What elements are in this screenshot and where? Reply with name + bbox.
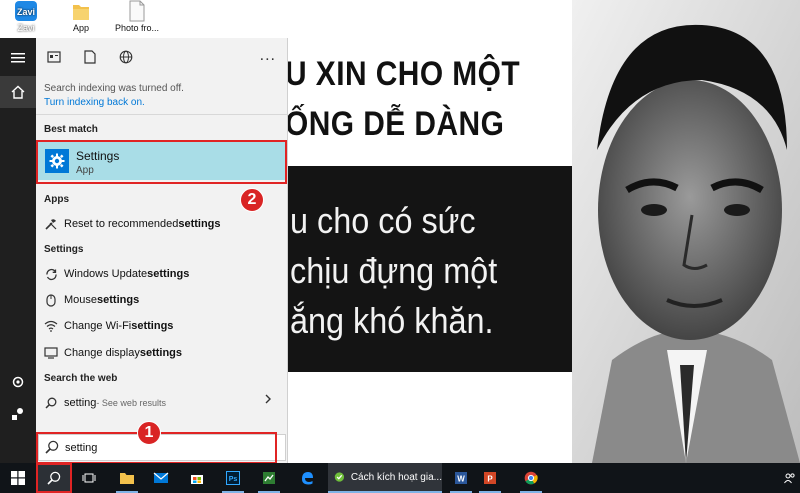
- tools-icon: [44, 217, 58, 231]
- indexing-notice: Search indexing was turned off.: [44, 83, 184, 94]
- image-app-button[interactable]: [254, 463, 284, 493]
- mail-button[interactable]: [146, 463, 176, 493]
- svg-text:W: W: [457, 475, 465, 484]
- gear-icon: [12, 376, 24, 388]
- desktop-icon-zavi[interactable]: Zavi Zavi: [5, 0, 47, 33]
- result-mouse-settings[interactable]: Mouse settings: [44, 290, 139, 310]
- browser-tab-icon: [334, 472, 345, 482]
- search-pane: ... Search indexing was turned off. Turn…: [36, 38, 288, 463]
- active-window-title: Cách kích hoạt gia...: [350, 471, 442, 483]
- more-options-button[interactable]: ...: [260, 47, 276, 65]
- result-reset-recommended-settings[interactable]: Reset to recommended settings: [44, 214, 221, 234]
- start-rail: [0, 38, 36, 463]
- wifi-icon: [44, 319, 58, 333]
- search-icon: [44, 396, 58, 410]
- photoshop-icon: Ps: [226, 471, 240, 485]
- globe-icon: [119, 50, 133, 64]
- step-badge-2: 2: [240, 188, 264, 212]
- document-icon: [84, 50, 96, 64]
- rail-feedback-button[interactable]: [0, 398, 36, 430]
- taskbar-active-window[interactable]: Cách kích hoạt gia...: [328, 463, 442, 493]
- desktop-icon-app[interactable]: App: [60, 0, 102, 33]
- zavi-icon: Zavi: [15, 1, 37, 21]
- result-wifi-settings[interactable]: Change Wi-Fi settings: [44, 316, 173, 336]
- apps-filter-icon: [47, 51, 61, 63]
- monitor-icon: [44, 346, 58, 360]
- edge-icon: [302, 472, 313, 485]
- sync-icon: [44, 267, 58, 281]
- word-icon: W: [455, 472, 467, 484]
- image-edit-icon: [263, 472, 275, 484]
- feedback-icon: [12, 408, 23, 420]
- step-badge-1: 1: [137, 421, 161, 445]
- highlight-best-match: [36, 140, 287, 184]
- mail-icon: [153, 472, 169, 483]
- mouse-icon: [44, 293, 58, 307]
- wallpaper-portrait: [572, 0, 800, 463]
- result-windows-update-settings[interactable]: Windows Update settings: [44, 264, 189, 284]
- search-icon: [47, 471, 61, 485]
- filter-web-button[interactable]: [108, 38, 144, 76]
- hamburger-menu-button[interactable]: [0, 42, 36, 74]
- hamburger-icon: [11, 53, 25, 63]
- search-web-header: Search the web: [44, 373, 118, 384]
- windows-logo-icon: [11, 471, 25, 485]
- powerpoint-button[interactable]: P: [476, 463, 504, 493]
- people-button[interactable]: [780, 463, 800, 493]
- powerpoint-icon: P: [484, 472, 496, 484]
- file-explorer-button[interactable]: [112, 463, 142, 493]
- folder-icon: [73, 5, 89, 20]
- edge-button[interactable]: [292, 463, 322, 493]
- chevron-right-icon[interactable]: [264, 392, 272, 407]
- store-button[interactable]: [182, 463, 212, 493]
- people-icon: [784, 473, 795, 484]
- file-icon: [129, 0, 145, 22]
- folder-icon: [120, 473, 134, 484]
- store-icon: [191, 475, 203, 484]
- rail-settings-button[interactable]: [0, 366, 36, 398]
- svg-text:P: P: [487, 475, 493, 484]
- search-filter-bar: ...: [36, 38, 288, 76]
- filter-documents-button[interactable]: [72, 38, 108, 76]
- desktop-icon-photo[interactable]: Photo fro...: [113, 0, 161, 33]
- apps-header: Apps: [44, 194, 69, 205]
- photoshop-button[interactable]: Ps: [218, 463, 248, 493]
- home-button[interactable]: [0, 76, 36, 108]
- wallpaper-heading-line2: ỐNG DỄ DÀNG: [285, 105, 505, 143]
- taskbar-search-button[interactable]: [36, 463, 72, 493]
- divider: [36, 114, 288, 115]
- taskbar: Ps Cách kích hoạt gia... W P: [0, 463, 800, 493]
- wallpaper-quote-line2: chịu đựng một: [290, 250, 498, 291]
- result-display-settings[interactable]: Change display settings: [44, 343, 182, 363]
- result-web-search[interactable]: setting - See web results: [44, 393, 166, 413]
- home-icon: [11, 85, 25, 99]
- word-button[interactable]: W: [450, 463, 472, 493]
- task-view-icon: [82, 473, 96, 483]
- wallpaper-quote-line1: u cho có sức: [290, 200, 476, 241]
- filter-apps-button[interactable]: [36, 38, 72, 76]
- task-view-button[interactable]: [74, 463, 104, 493]
- chrome-icon: [524, 471, 538, 485]
- best-match-header: Best match: [44, 124, 98, 135]
- chrome-button[interactable]: [516, 463, 546, 493]
- turn-indexing-on-link[interactable]: Turn indexing back on.: [44, 97, 145, 108]
- start-button[interactable]: [0, 463, 36, 493]
- svg-text:Ps: Ps: [229, 476, 238, 483]
- svg-text:Zavi: Zavi: [17, 7, 35, 17]
- wallpaper-quote-line3: ắng khó khăn.: [290, 300, 494, 341]
- wallpaper-heading-line1: U XIN CHO MỘT: [285, 55, 521, 93]
- settings-header: Settings: [44, 244, 84, 255]
